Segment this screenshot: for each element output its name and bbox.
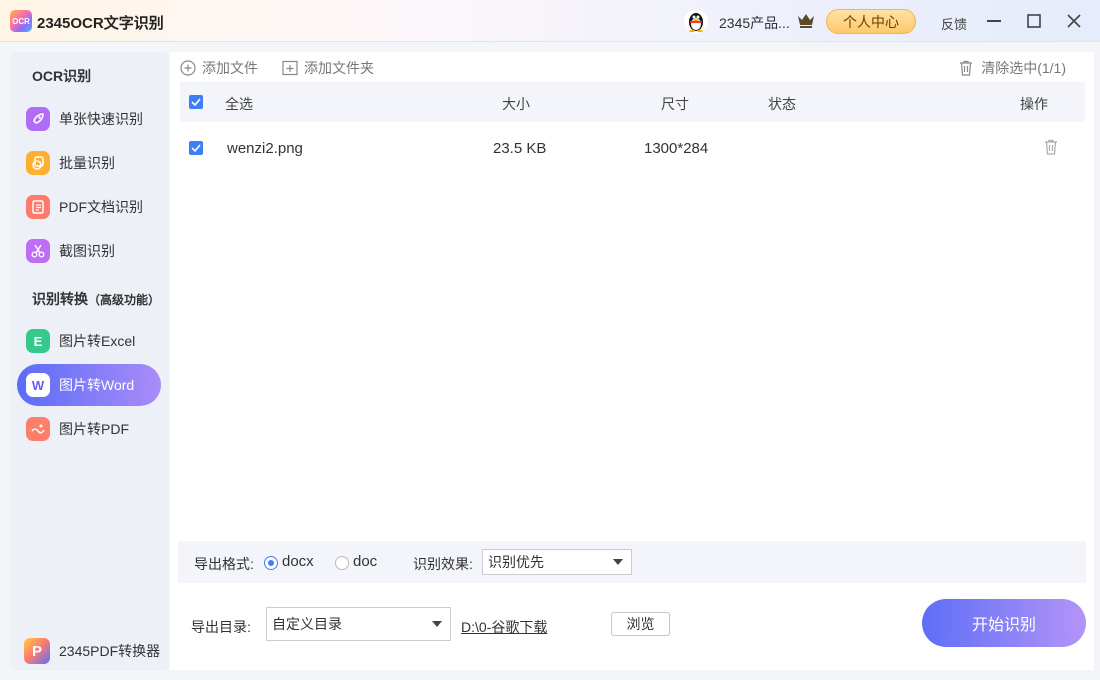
sidebar-item-single-recognition[interactable]: 单张快速识别 [17,98,161,140]
effect-value: 识别优先 [488,554,544,570]
add-file-button[interactable]: 添加文件 [180,58,258,78]
pdf-doc-icon [26,195,50,219]
select-all-checkbox[interactable] [189,95,203,109]
output-dir-select[interactable]: 自定义目录 [266,607,451,641]
format-doc-label[interactable]: doc [353,553,377,570]
format-docx-label[interactable]: docx [282,553,314,570]
chevron-down-icon [613,559,623,565]
maximize-button[interactable] [1021,8,1047,34]
effect-label: 识别效果: [413,556,473,572]
excel-icon: E [26,329,50,353]
main-panel: 添加文件 添加文件夹 清除选中(1/1) 全选 大小 尺寸 状态 操作 wenz… [170,52,1094,670]
sidebar-item-pdf-recognition[interactable]: PDF文档识别 [17,186,161,228]
minimize-button[interactable] [981,8,1007,34]
image-pdf-icon [26,417,50,441]
minimize-icon [987,20,1001,22]
qq-avatar-icon[interactable] [684,9,708,33]
sidebar: OCR识别 单张快速识别 批量识别 PDF文档识别 截图识别 识别转换（高级功能… [10,52,169,670]
sidebar-item-screenshot-recognition[interactable]: 截图识别 [17,230,161,272]
row-checkbox[interactable] [189,141,203,155]
user-name[interactable]: 2345产品... [719,13,790,33]
sidebar-item-label: PDF文档识别 [59,199,143,215]
start-recognition-button[interactable]: 开始识别 [922,599,1086,647]
section-title-note: （高级功能） [88,293,161,307]
header-status: 状态 [768,96,796,112]
app-title: 2345OCR文字识别 [37,15,164,32]
feedback-link[interactable]: 反馈 [941,14,967,33]
output-dir-value: 自定义目录 [272,616,342,632]
personal-center-button[interactable]: 个人中心 [826,9,916,34]
options-bar: 导出格式: docx doc 识别效果: 识别优先 [178,541,1086,583]
scissors-icon [26,239,50,263]
table-row[interactable]: wenzi2.png 23.5 KB 1300*284 [180,126,1085,170]
header-dimensions: 尺寸 [661,96,689,112]
maximize-icon [1027,14,1041,28]
pdf-converter-link[interactable]: P 2345PDF转换器 [24,638,160,664]
sidebar-item-label: 批量识别 [59,155,115,171]
sidebar-item-image-to-pdf[interactable]: 图片转PDF [17,408,161,450]
format-radio-doc[interactable] [335,556,349,570]
browse-button[interactable]: 浏览 [611,612,670,636]
trash-icon [1045,139,1057,155]
close-button[interactable] [1061,8,1087,34]
delete-row-button[interactable] [1044,139,1058,155]
trash-icon [960,60,973,76]
clear-selected-label: 清除选中(1/1) [981,60,1066,76]
format-radio-docx[interactable] [264,556,278,570]
file-dimensions: 1300*284 [644,140,709,157]
add-folder-button[interactable]: 添加文件夹 [282,58,374,78]
batch-icon [26,151,50,175]
output-path-link[interactable]: D:\0-谷歌下载 [461,617,547,637]
format-label: 导出格式: [194,556,254,572]
header-size: 大小 [502,96,530,112]
sidebar-item-label: 截图识别 [59,243,115,259]
checkmark-icon [191,98,201,106]
chevron-down-icon [432,621,442,627]
header-action: 操作 [1020,96,1048,112]
add-folder-label: 添加文件夹 [304,60,374,76]
add-circle-icon [180,60,196,76]
app-logo-icon: OCR [10,10,32,32]
sidebar-item-image-to-excel[interactable]: E 图片转Excel [17,320,161,362]
pdf-converter-icon: P [24,638,50,664]
effect-select[interactable]: 识别优先 [482,549,632,575]
sidebar-item-image-to-word[interactable]: W 图片转Word [17,364,161,406]
checkmark-icon [191,144,201,152]
section-title-text: 识别转换 [32,291,88,307]
sidebar-item-label: 图片转Excel [59,333,136,349]
clear-selected-button[interactable]: 清除选中(1/1) [959,58,1066,78]
sidebar-item-label: 图片转PDF [59,421,129,437]
word-icon: W [26,373,50,397]
section-title-conversion: 识别转换（高级功能） [32,289,160,309]
sidebar-item-label: 图片转Word [59,377,135,393]
header-select-all[interactable]: 全选 [225,94,253,114]
table-header: 全选 大小 尺寸 状态 操作 [180,82,1085,122]
file-name: wenzi2.png [227,140,303,157]
section-title-ocr: OCR识别 [32,68,92,84]
file-size: 23.5 KB [493,140,547,157]
sidebar-item-batch-recognition[interactable]: 批量识别 [17,142,161,184]
sidebar-item-label: 单张快速识别 [59,111,143,127]
title-bar: OCR 2345OCR文字识别 2345产品... 个人中心 反馈 [0,0,1100,42]
pdf-converter-label: 2345PDF转换器 [59,643,161,659]
rocket-icon [26,107,50,131]
add-folder-icon [282,60,298,76]
output-dir-label: 导出目录: [191,619,251,635]
vip-crown-icon [797,12,815,28]
add-file-label: 添加文件 [202,60,258,76]
close-icon [1067,14,1081,28]
